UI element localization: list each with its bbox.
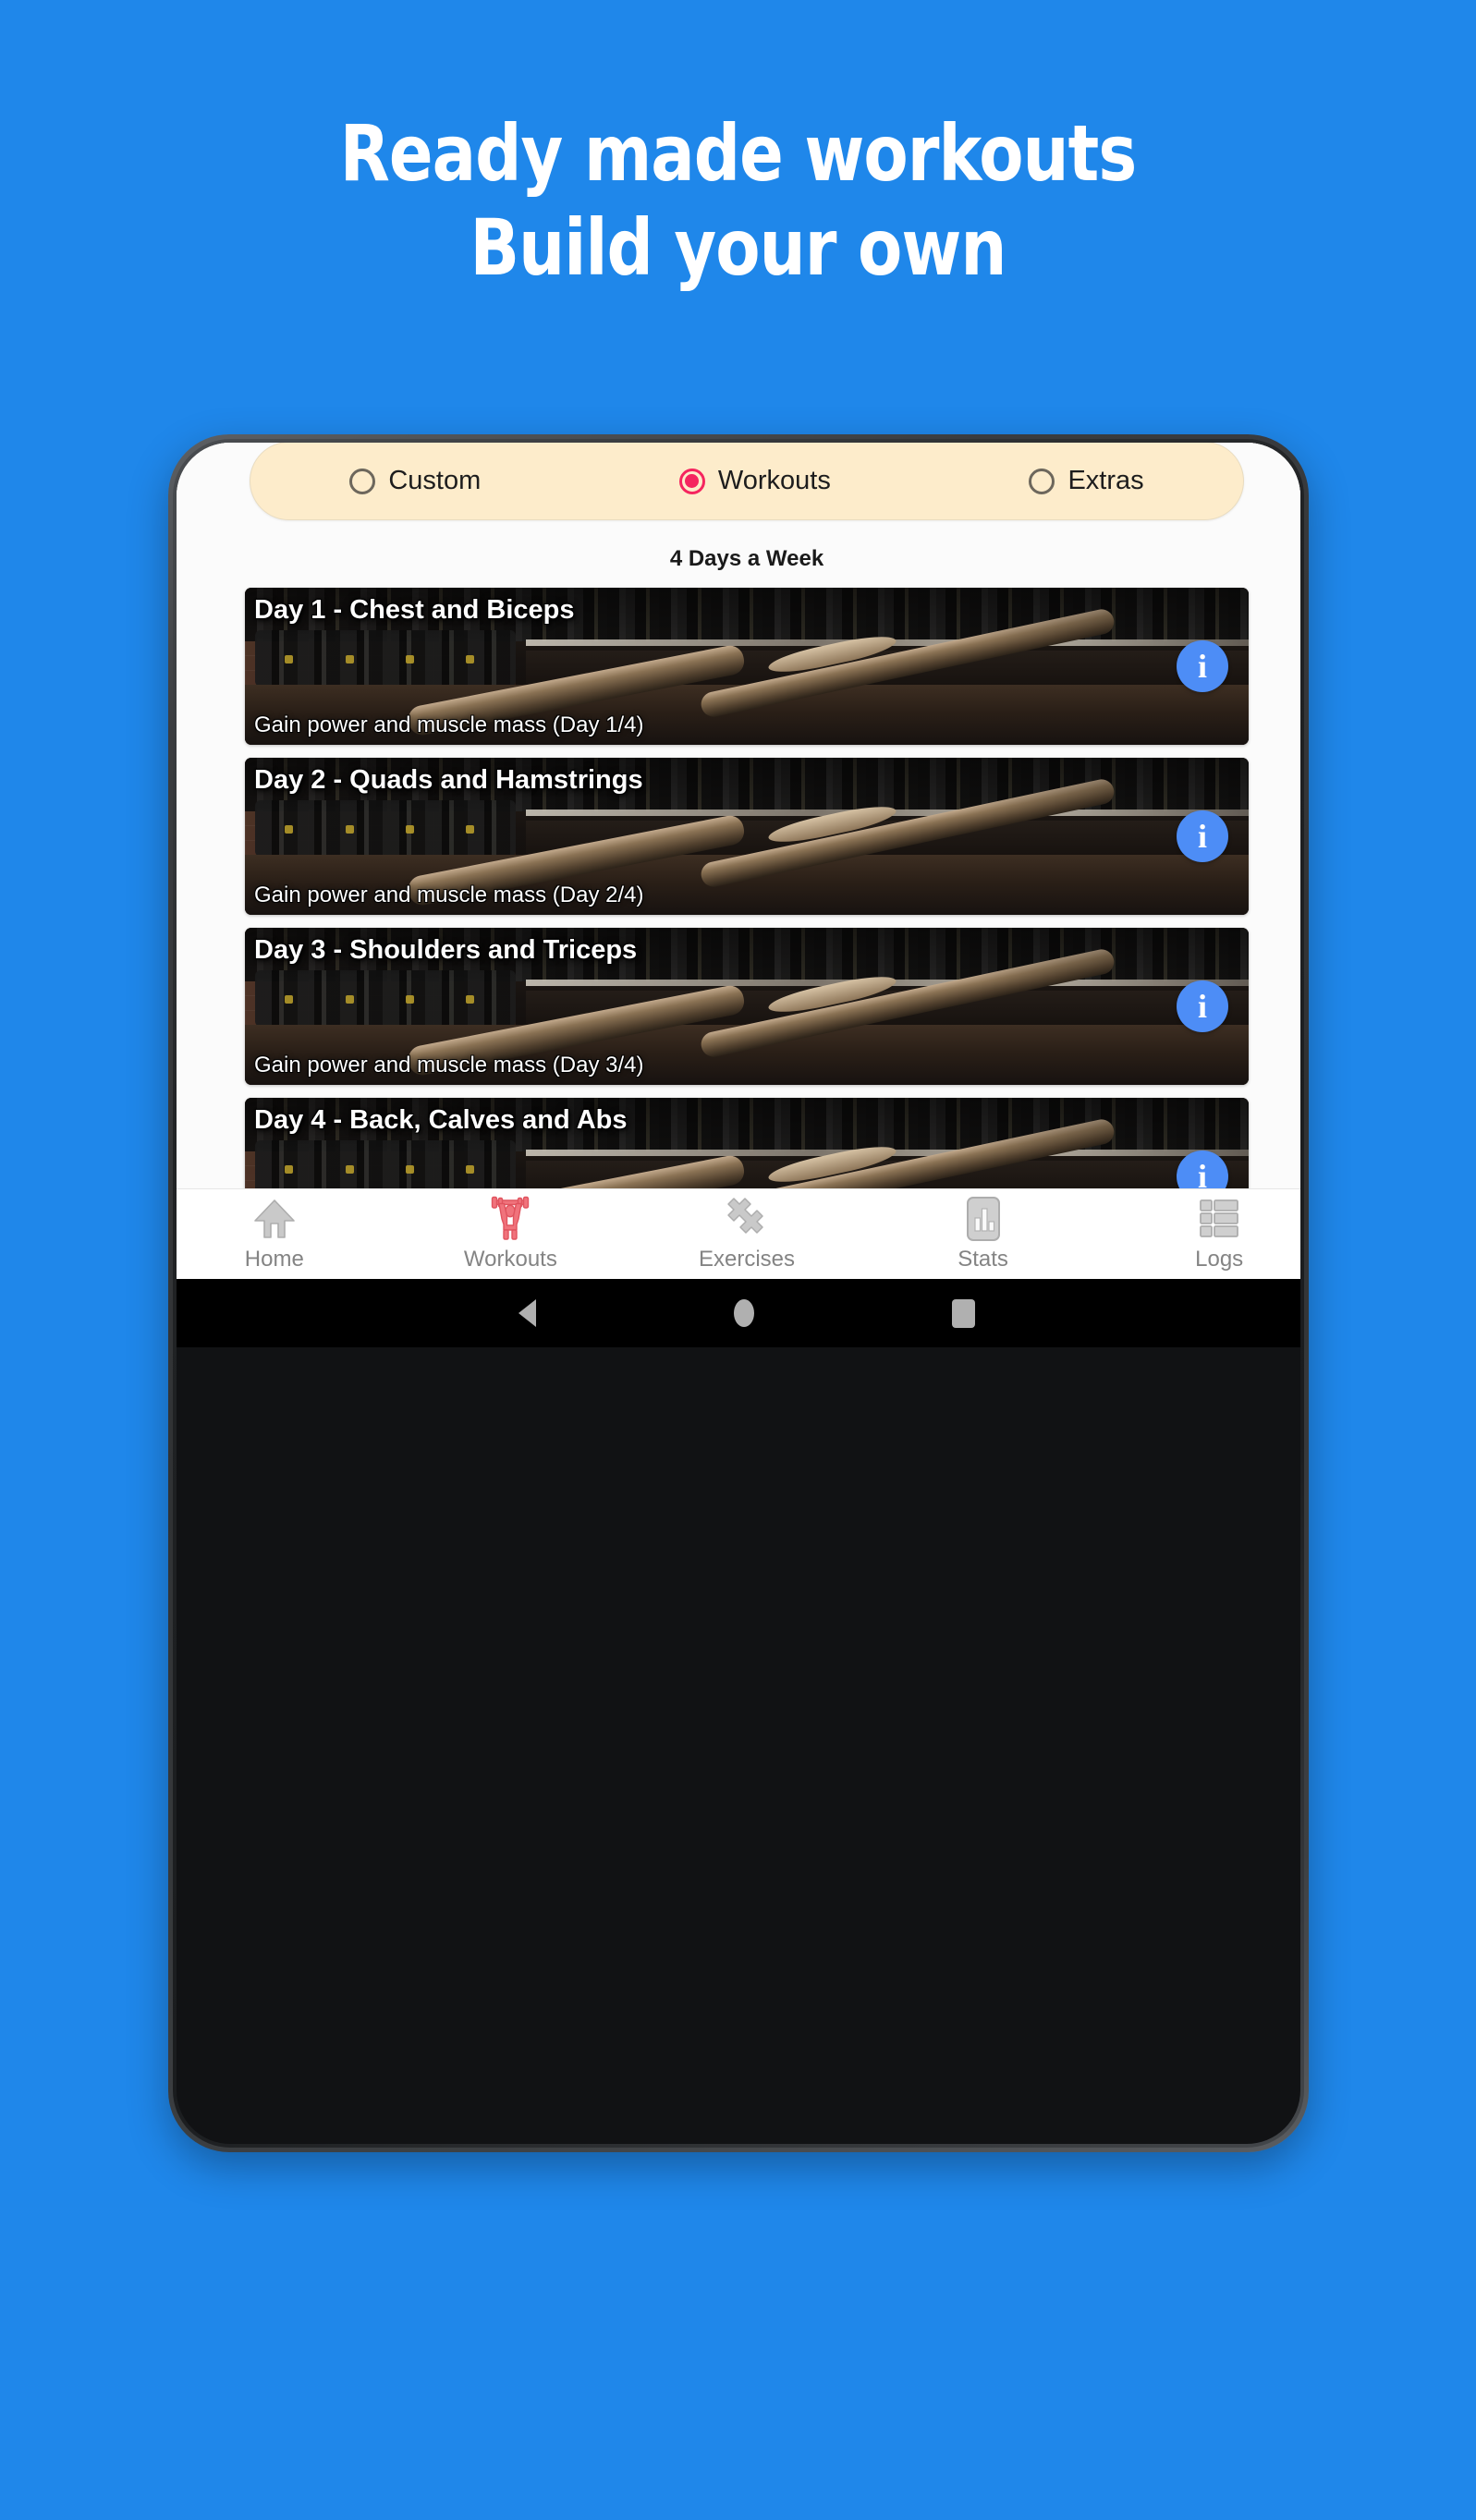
radio-label-workouts: Workouts <box>717 466 831 495</box>
nav-label-home: Home <box>244 1247 304 1272</box>
back-triangle-icon[interactable] <box>518 1299 536 1327</box>
promo-headline: Ready made workouts Build your own <box>52 106 1424 296</box>
app-body: Custom Workouts Extras 4 Days a Week Day… <box>177 443 1300 1279</box>
bottom-navigation-bar: Home Workouts Exercises Stats Logs <box>177 1188 1300 1279</box>
tablet-device-frame: 12:56 <box>168 434 1309 2152</box>
list-grid-icon <box>1198 1196 1240 1242</box>
workout-card[interactable]: Day 3 - Shoulders and Triceps Gain power… <box>245 928 1249 1085</box>
tablet-bezel: 12:56 <box>173 439 1304 2148</box>
workout-card-caption: Gain power and muscle mass (Day 3/4) <box>254 1053 644 1077</box>
nav-label-workouts: Workouts <box>463 1247 557 1272</box>
workout-type-segmented-control[interactable]: Custom Workouts Extras <box>250 443 1244 520</box>
nav-label-logs: Logs <box>1195 1247 1244 1272</box>
radio-icon-custom[interactable] <box>349 468 376 494</box>
info-button[interactable]: i <box>1177 980 1228 1032</box>
nav-item-stats[interactable]: Stats <box>865 1196 1102 1272</box>
info-button[interactable]: i <box>1177 640 1228 692</box>
radio-label-extras: Extras <box>1067 466 1144 495</box>
tablet-screen-area: 12:56 <box>177 443 1300 2144</box>
bar-chart-icon <box>965 1196 1002 1242</box>
nav-item-logs[interactable]: Logs <box>1101 1196 1300 1272</box>
home-icon <box>252 1196 297 1242</box>
radio-option-workouts[interactable]: Workouts <box>678 466 831 496</box>
home-circle-icon[interactable] <box>734 1299 754 1327</box>
weightlifter-icon <box>488 1196 532 1242</box>
nav-item-exercises[interactable]: Exercises <box>628 1196 865 1272</box>
workout-card[interactable]: Day 2 - Quads and Hamstrings Gain power … <box>245 758 1249 915</box>
workout-card-caption: Gain power and muscle mass (Day 1/4) <box>254 712 644 737</box>
radio-option-custom[interactable]: Custom <box>349 466 481 496</box>
workout-card[interactable]: Day 1 - Chest and Biceps Gain power and … <box>245 588 1249 745</box>
nav-item-home[interactable]: Home <box>177 1196 393 1272</box>
headline-line-2: Build your own <box>470 202 1006 294</box>
workout-card-title: Day 3 - Shoulders and Triceps <box>254 935 638 965</box>
radio-label-custom: Custom <box>388 466 482 495</box>
info-button[interactable]: i <box>1177 810 1228 862</box>
radio-option-extras[interactable]: Extras <box>1029 466 1144 496</box>
workouts-scroll-area[interactable]: Custom Workouts Extras 4 Days a Week Day… <box>177 443 1300 1188</box>
nav-label-exercises: Exercises <box>698 1247 795 1272</box>
workout-card-caption: Gain power and muscle mass (Day 2/4) <box>254 883 644 907</box>
headline-line-1: Ready made workouts <box>339 108 1137 199</box>
recents-square-icon[interactable] <box>952 1298 975 1328</box>
nav-item-workouts[interactable]: Workouts <box>393 1196 629 1272</box>
workout-card[interactable]: Day 4 - Back, Calves and Abs Gain power … <box>245 1098 1249 1188</box>
radio-icon-workouts-selected[interactable] <box>678 468 705 494</box>
app-viewport: 12:56 <box>177 443 1300 1279</box>
radio-icon-extras[interactable] <box>1029 468 1055 494</box>
workout-card-title: Day 1 - Chest and Biceps <box>254 595 575 625</box>
workout-card-title: Day 2 - Quads and Hamstrings <box>254 765 643 795</box>
workout-card-title: Day 4 - Back, Calves and Abs <box>254 1105 628 1135</box>
nav-label-stats: Stats <box>958 1247 1008 1272</box>
workout-card-list-1: Day 1 - Chest and Biceps Gain power and … <box>177 588 1300 1188</box>
section-header-1: 4 Days a Week <box>669 546 824 571</box>
android-system-nav-bar <box>177 1279 1300 1347</box>
dumbbell-icon <box>725 1196 769 1242</box>
